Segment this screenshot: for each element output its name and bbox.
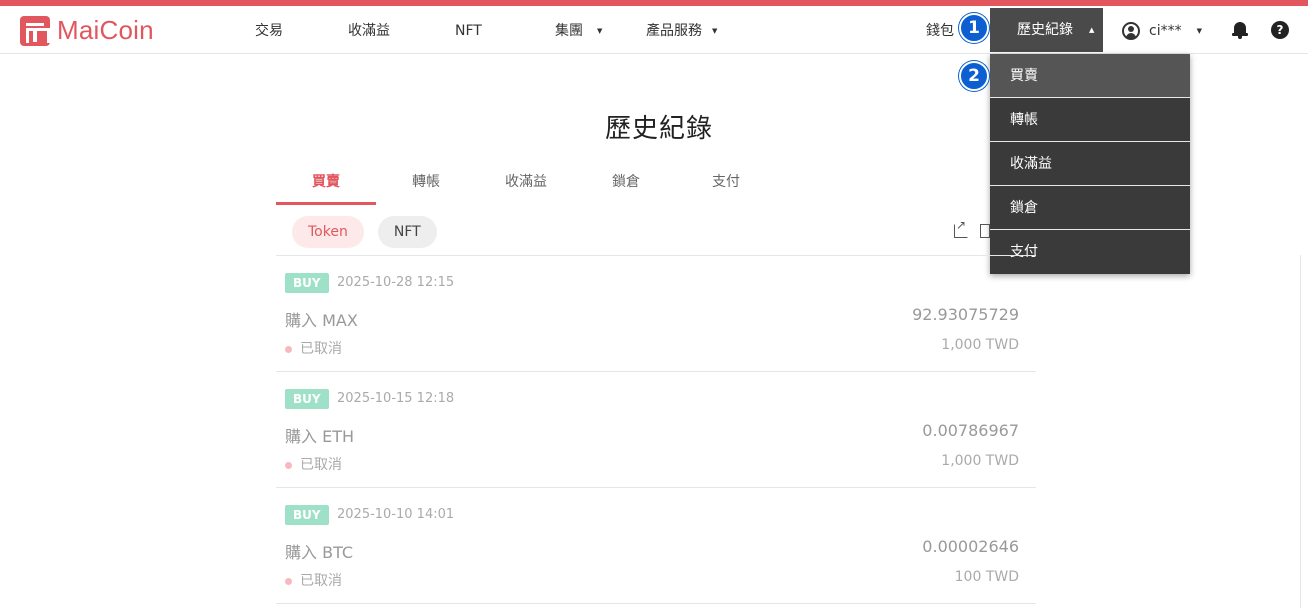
- transaction-title: 購入 BTC: [285, 543, 354, 562]
- transaction-twd: 1,000 TWD: [941, 337, 1019, 353]
- dropdown-item-earn[interactable]: 收滿益: [990, 142, 1190, 186]
- transaction-title: 購入 MAX: [285, 311, 358, 330]
- bell-icon[interactable]: [1232, 21, 1248, 39]
- tab-payment[interactable]: 支付: [676, 164, 776, 205]
- top-navbar: MaiCoin 交易 收滿益 NFT 集團 ▼ 產品服務 ▼ 錢包 歷史紀錄 ▲ ci…: [0, 6, 1308, 54]
- step-marker-1: 1: [959, 13, 989, 43]
- page-title: 歷史紀錄: [604, 114, 713, 144]
- step-marker-2: 2: [959, 61, 989, 91]
- history-tabs: 買賣 轉帳 收滿益 鎖倉 支付: [276, 164, 776, 206]
- status-text: 已取消: [300, 573, 342, 589]
- transaction-amount: 92.93075729: [912, 305, 1019, 324]
- transaction-twd: 100 TWD: [954, 569, 1019, 585]
- chip-nft[interactable]: NFT: [377, 216, 437, 248]
- status-dot-icon: [285, 461, 292, 469]
- transaction-amount: 0.00786967: [922, 421, 1019, 440]
- status-dot-icon: [285, 577, 292, 585]
- tab-trade[interactable]: 買賣: [276, 164, 376, 205]
- maicoin-logo[interactable]: MaiCoin: [20, 15, 154, 46]
- tab-transfer[interactable]: 轉帳: [376, 164, 476, 205]
- transaction-amount: 0.00002646: [922, 537, 1019, 556]
- transaction-row[interactable]: BUY 2025-10-15 12:18 購入 ETH 已取消 0.007869…: [276, 372, 1036, 488]
- transaction-twd: 1,000 TWD: [941, 453, 1019, 469]
- transaction-date: 2025-10-10 14:01: [337, 507, 455, 522]
- caret-down-icon: ▼: [597, 27, 603, 35]
- transaction-list: BUY 2025-10-28 12:15 購入 MAX 已取消 92.93075…: [276, 255, 1036, 604]
- transaction-row[interactable]: BUY 2025-10-28 12:15 購入 MAX 已取消 92.93075…: [276, 256, 1036, 372]
- list-tools: [954, 218, 990, 238]
- document-icon[interactable]: [980, 224, 990, 238]
- transaction-status: 已取消: [285, 454, 342, 474]
- dropdown-item-lock[interactable]: 鎖倉: [990, 186, 1190, 230]
- nav-group[interactable]: 集團 ▼: [555, 6, 602, 54]
- nav-group-label: 集團: [555, 23, 583, 39]
- dropdown-item-trade[interactable]: 買賣: [990, 54, 1190, 98]
- transaction-date: 2025-10-15 12:18: [337, 391, 455, 406]
- buy-tag: BUY: [285, 505, 329, 525]
- divider: [1300, 255, 1301, 608]
- user-icon[interactable]: [1122, 22, 1140, 40]
- status-text: 已取消: [300, 457, 342, 473]
- status-dot-icon: [285, 345, 292, 353]
- nav-products[interactable]: 產品服務 ▼: [646, 6, 717, 54]
- transaction-status: 已取消: [285, 570, 342, 590]
- tab-earn[interactable]: 收滿益: [476, 164, 576, 205]
- transaction-row[interactable]: BUY 2025-10-10 14:01 購入 BTC 已取消 0.000026…: [276, 488, 1036, 604]
- buy-tag: BUY: [285, 389, 329, 409]
- history-dropdown-menu: 買賣 轉帳 收滿益 鎖倉 支付: [990, 54, 1190, 274]
- user-menu[interactable]: ci*** ▼: [1149, 6, 1202, 54]
- nav-history-label: 歷史紀錄: [1017, 22, 1073, 38]
- caret-up-icon: ▲: [1089, 26, 1095, 34]
- user-name: ci***: [1149, 23, 1182, 39]
- status-text: 已取消: [300, 341, 342, 357]
- nav-earn[interactable]: 收滿益: [348, 6, 390, 54]
- transaction-status: 已取消: [285, 338, 342, 358]
- transaction-date: 2025-10-28 12:15: [337, 275, 455, 290]
- asset-filter-chips: Token NFT: [292, 216, 451, 248]
- nav-trade[interactable]: 交易: [255, 6, 283, 54]
- maicoin-logo-icon: [20, 15, 50, 46]
- help-icon[interactable]: ?: [1271, 21, 1289, 39]
- nav-wallet[interactable]: 錢包: [926, 6, 954, 54]
- chip-token[interactable]: Token: [292, 216, 364, 248]
- caret-down-icon: ▼: [712, 27, 718, 35]
- export-icon[interactable]: [954, 218, 968, 238]
- transaction-title: 購入 ETH: [285, 427, 355, 446]
- brand-name: MaiCoin: [57, 15, 154, 45]
- nav-nft[interactable]: NFT: [455, 6, 482, 54]
- caret-down-icon: ▼: [1196, 27, 1202, 35]
- nav-products-label: 產品服務: [646, 23, 702, 39]
- nav-history-button[interactable]: 歷史紀錄 ▲: [990, 8, 1103, 52]
- tab-lock[interactable]: 鎖倉: [576, 164, 676, 205]
- buy-tag: BUY: [285, 273, 329, 293]
